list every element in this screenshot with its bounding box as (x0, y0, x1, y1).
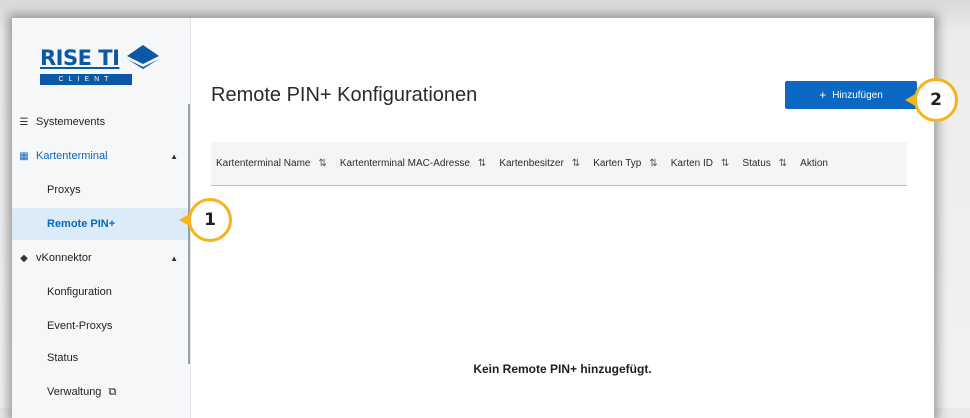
diamond-logo-icon (127, 45, 159, 69)
column-header[interactable]: Kartenterminal MAC-Adresse ⇅ (340, 158, 499, 169)
sidebar-item-label: Verwaltung (47, 386, 102, 398)
sidebar: RISE TI CLIENT ☰ Systemevents ▦ Kartente… (12, 18, 191, 418)
sidebar-item-label: Konfiguration (47, 286, 112, 298)
app-window: RISE TI CLIENT ☰ Systemevents ▦ Kartente… (12, 18, 934, 418)
column-label: Status (742, 158, 771, 169)
sidebar-item-label: Proxys (47, 184, 81, 196)
connector-icon: ◆ (20, 252, 28, 264)
sort-icon[interactable]: ⇅ (779, 158, 787, 169)
sort-icon[interactable]: ⇅ (318, 158, 326, 169)
sidebar-item-event-proxys[interactable]: Event-Proxys (12, 310, 188, 342)
column-label: Karten Typ (593, 158, 642, 169)
sidebar-item-verwaltung[interactable]: Verwaltung ⧉ (12, 376, 188, 408)
sort-icon[interactable]: ⇅ (721, 158, 729, 169)
sort-icon[interactable]: ⇅ (572, 158, 580, 169)
column-label: Aktion (800, 158, 828, 169)
sidebar-item-label: Systemevents (36, 116, 106, 128)
add-button-label: Hinzufügen (832, 89, 883, 101)
column-label: Kartenterminal Name (216, 158, 311, 169)
sidebar-item-label: vKonnektor (36, 252, 92, 264)
column-header[interactable]: Kartenterminal Name ⇅ (216, 158, 340, 169)
sidebar-scrollbar[interactable] (188, 104, 190, 364)
column-label: Kartenterminal MAC-Adresse (339, 158, 470, 169)
logo-wordmark: RISE TI (40, 46, 120, 70)
chevron-up-icon: ▲ (170, 151, 178, 161)
column-header[interactable]: Karten Typ ⇅ (593, 158, 671, 169)
page-title: Remote PIN+ Konfigurationen (211, 84, 478, 106)
sort-icon[interactable]: ⇅ (478, 158, 486, 169)
callout-badge-2: 2 (905, 78, 958, 122)
sidebar-item-kartenterminal[interactable]: ▦ Kartenterminal ▲ (12, 140, 188, 172)
sidebar-item-vkonnektor[interactable]: ◆ vKonnektor ▲ (12, 242, 188, 274)
plus-icon: + (819, 88, 827, 102)
main-content: Remote PIN+ Konfigurationen + Hinzufügen… (191, 18, 934, 418)
terminal-icon: ▦ (19, 150, 29, 162)
list-icon: ☰ (19, 116, 29, 128)
add-button[interactable]: + Hinzufügen (785, 81, 917, 109)
column-label: Kartenbesitzer (499, 158, 564, 169)
sidebar-item-remote-pin[interactable]: Remote PIN+ (12, 208, 188, 240)
column-header[interactable]: Status ⇅ (742, 158, 800, 169)
sidebar-item-label: Event-Proxys (47, 320, 113, 332)
sidebar-item-label: Remote PIN+ (47, 218, 116, 230)
column-header[interactable]: Karten ID ⇅ (671, 158, 743, 169)
empty-state-message: Kein Remote PIN+ hinzugefügt. (473, 362, 652, 376)
external-link-icon: ⧉ (108, 385, 117, 398)
sort-icon[interactable]: ⇅ (649, 158, 657, 169)
table-header: Kartenterminal Name ⇅ Kartenterminal MAC… (211, 142, 907, 186)
logo-subtitle: CLIENT (40, 74, 132, 85)
sidebar-item-label: Status (47, 352, 79, 364)
logo: RISE TI CLIENT (40, 44, 162, 85)
sidebar-item-status[interactable]: Status (12, 342, 188, 374)
callout-badge-1: 1 (179, 198, 232, 242)
sidebar-item-systemevents[interactable]: ☰ Systemevents (12, 106, 188, 138)
column-header: Aktion (800, 158, 828, 169)
chevron-up-icon: ▲ (170, 253, 178, 263)
sidebar-item-proxys[interactable]: Proxys (12, 174, 188, 206)
sidebar-item-konfiguration[interactable]: Konfiguration (12, 276, 188, 308)
sidebar-item-label: Kartenterminal (36, 150, 108, 162)
column-label: Karten ID (670, 158, 714, 169)
column-header[interactable]: Kartenbesitzer ⇅ (499, 158, 593, 169)
